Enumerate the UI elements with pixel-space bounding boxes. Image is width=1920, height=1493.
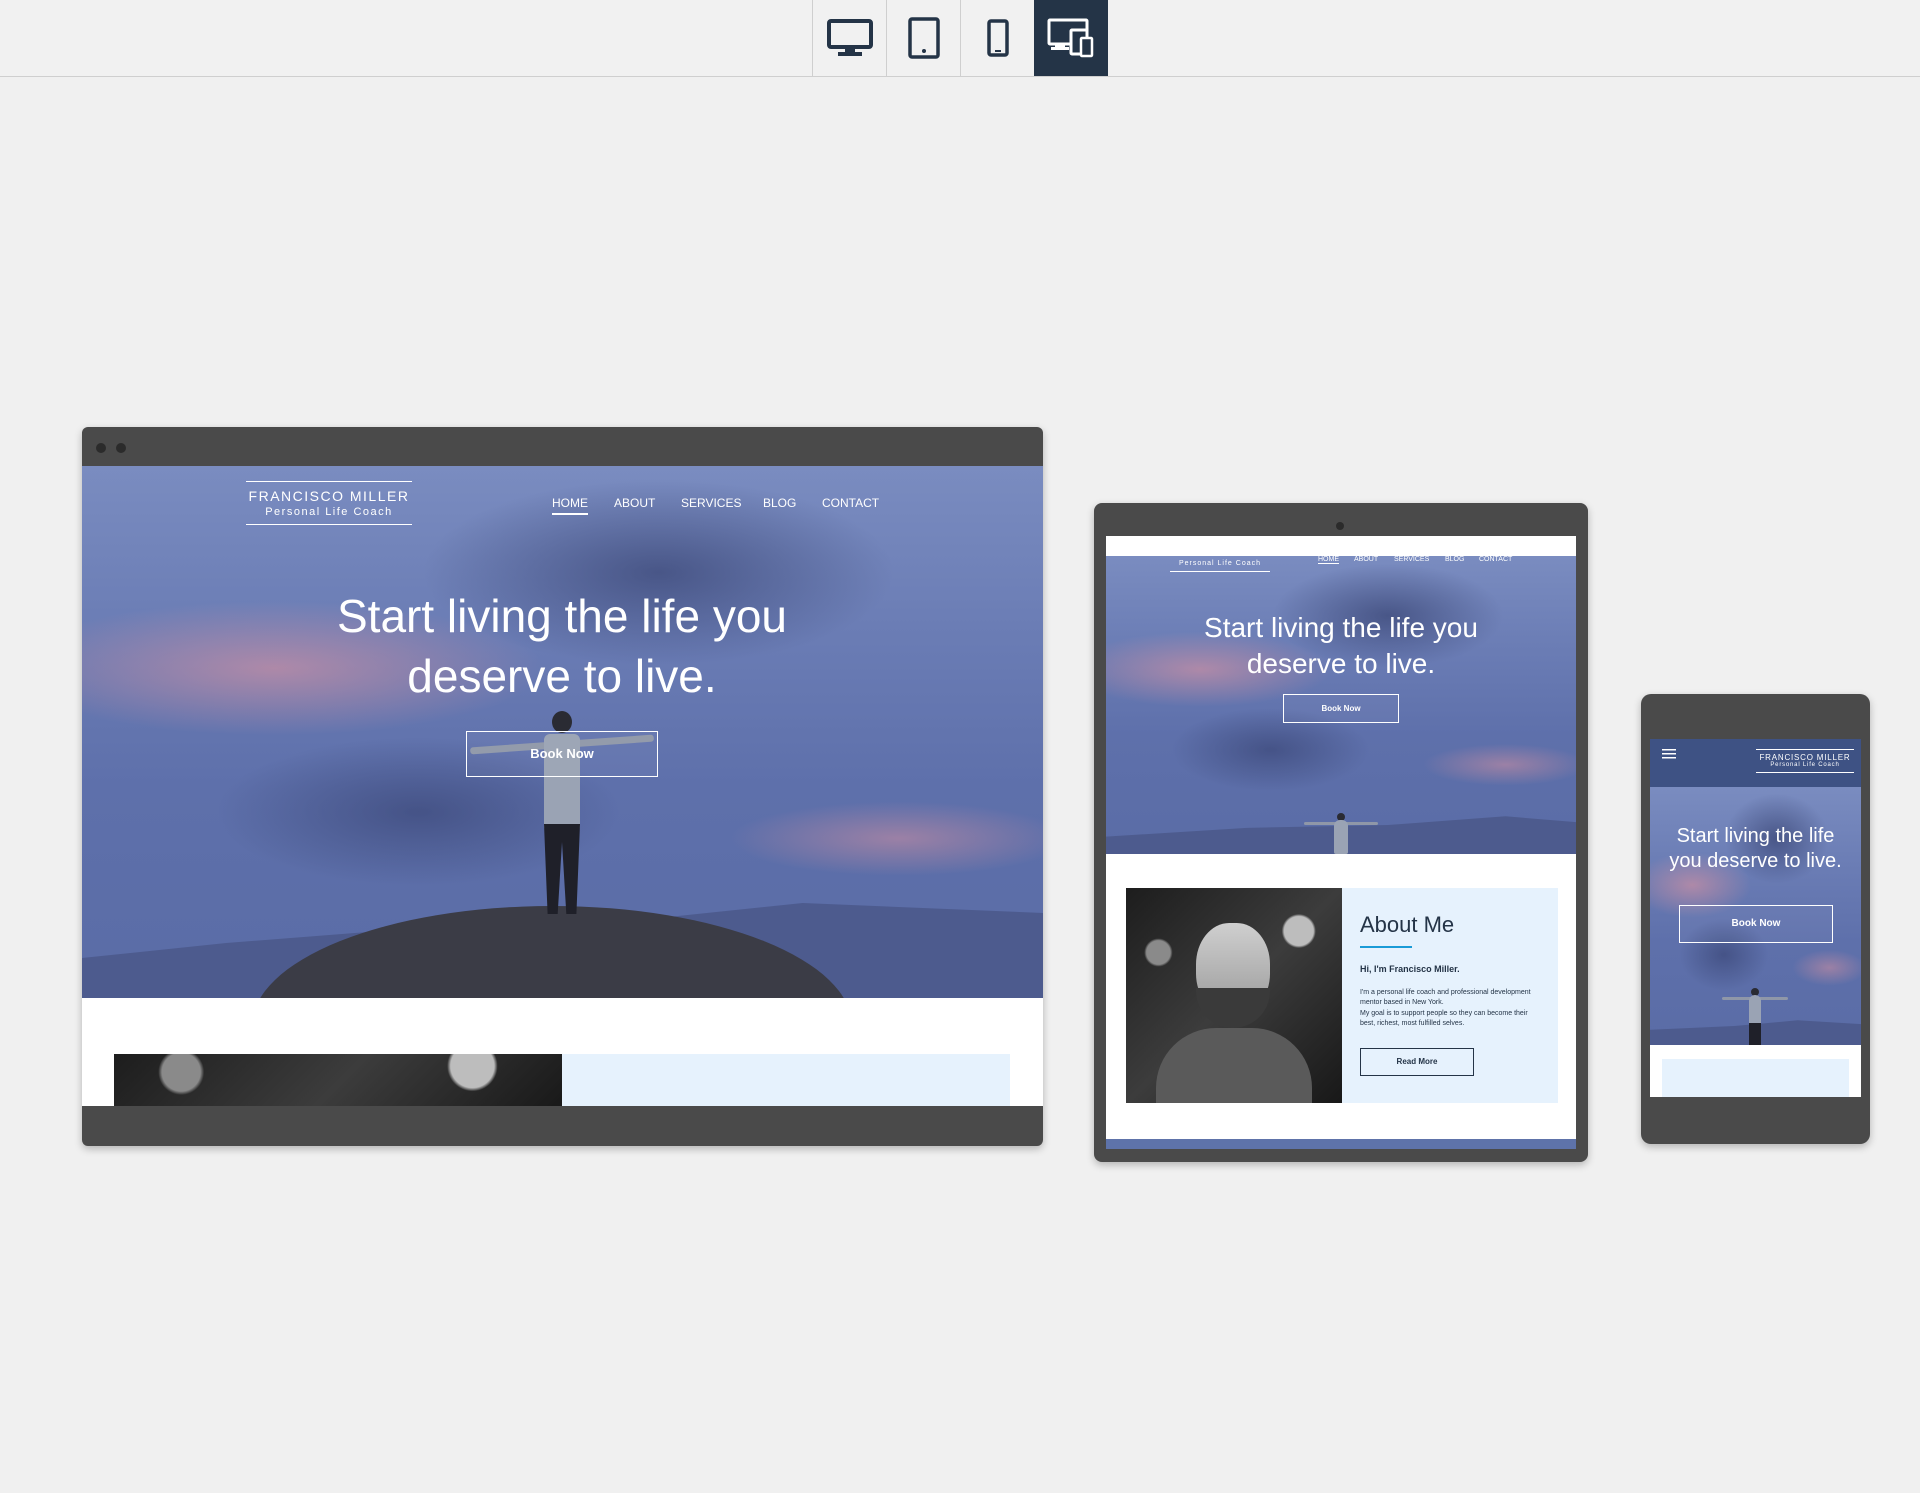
- logo-tagline: Personal Life Coach: [1178, 560, 1262, 567]
- about-text-1: I'm a personal life coach and profession…: [1360, 989, 1531, 1006]
- about-text-2: My goal is to support people so they can…: [1360, 1010, 1528, 1027]
- tablet-icon: [907, 17, 940, 59]
- site-logo[interactable]: FRANCISCO MILLER Personal Life Coach: [246, 481, 412, 525]
- desktop-screen: FRANCISCO MILLER Personal Life Coach HOM…: [82, 466, 1043, 1106]
- person-figure: [552, 711, 572, 733]
- about-card: About Me Hi, I'm Francisco Miller. I'm a…: [1342, 888, 1558, 1103]
- hero-title: Start living the life you deserve to liv…: [1669, 825, 1842, 872]
- hero-title: Start living the life you deserve to liv…: [336, 590, 787, 702]
- nav-blog[interactable]: BLOG: [763, 496, 796, 510]
- book-now-button[interactable]: Book Now: [1283, 694, 1399, 723]
- window-dot-icon: [96, 443, 106, 453]
- person-figure: [1334, 820, 1348, 854]
- nav-home[interactable]: HOME: [552, 496, 588, 515]
- portrait-beard: [1196, 988, 1270, 1028]
- site-logo[interactable]: Personal Life Coach: [1170, 550, 1270, 572]
- portrait-scarf: [1156, 1028, 1312, 1103]
- mobile-screen: FRANCISCO MILLER Personal Life Coach Sta…: [1650, 739, 1861, 1097]
- about-heading: About Me: [1360, 912, 1455, 937]
- about-card: [1662, 1059, 1849, 1097]
- nav-home[interactable]: HOME: [1318, 556, 1339, 564]
- about-portrait: [114, 1054, 562, 1106]
- book-now-button[interactable]: Book Now: [1679, 905, 1833, 943]
- desktop-view-button[interactable]: [812, 0, 886, 76]
- nav-contact[interactable]: CONTACT: [822, 496, 879, 510]
- nav-blog[interactable]: BLOG: [1445, 556, 1464, 563]
- logo-tagline: Personal Life Coach: [265, 506, 393, 518]
- nav-services[interactable]: SERVICES: [681, 496, 741, 510]
- about-greeting: Hi, I'm Francisco Miller.: [1360, 964, 1460, 974]
- devices-icon: [1047, 18, 1094, 58]
- camera-icon: [1336, 522, 1344, 530]
- book-now-button[interactable]: Book Now: [466, 731, 658, 777]
- hamburger-menu-icon[interactable]: [1662, 749, 1676, 759]
- phone-icon: [986, 19, 1009, 57]
- accent-divider: [1360, 946, 1412, 948]
- all-devices-view-button[interactable]: [1034, 0, 1108, 76]
- next-section-strip: [1106, 1139, 1576, 1149]
- device-switcher: [812, 0, 1108, 76]
- person-figure: [544, 824, 580, 914]
- logo-name: FRANCISCO MILLER: [248, 488, 410, 504]
- device-toolbar: [0, 0, 1920, 77]
- hero-title: Start living the life you deserve to liv…: [1204, 612, 1478, 679]
- mobile-view-button[interactable]: [960, 0, 1034, 76]
- desktop-preview-frame: FRANCISCO MILLER Personal Life Coach HOM…: [82, 427, 1043, 1146]
- nav-about[interactable]: ABOUT: [614, 496, 655, 510]
- tablet-preview-frame: Personal Life Coach HOME ABOUT SERVICES …: [1094, 503, 1588, 1162]
- tablet-view-button[interactable]: [886, 0, 960, 76]
- person-figure: [1749, 1023, 1761, 1045]
- tablet-screen: Personal Life Coach HOME ABOUT SERVICES …: [1106, 536, 1576, 1149]
- mobile-preview-frame: FRANCISCO MILLER Personal Life Coach Sta…: [1641, 694, 1870, 1144]
- person-figure: [1749, 995, 1761, 1025]
- about-portrait: [1126, 888, 1342, 1103]
- nav-contact[interactable]: CONTACT: [1479, 556, 1512, 563]
- nav-about[interactable]: ABOUT: [1354, 556, 1378, 563]
- about-card: [562, 1054, 1010, 1106]
- site-logo[interactable]: FRANCISCO MILLER Personal Life Coach: [1756, 749, 1854, 773]
- mobile-header: FRANCISCO MILLER Personal Life Coach: [1650, 739, 1861, 787]
- window-dot-icon: [116, 443, 126, 453]
- monitor-icon: [826, 19, 873, 56]
- read-more-button[interactable]: Read More: [1360, 1048, 1474, 1076]
- nav-services[interactable]: SERVICES: [1394, 556, 1429, 563]
- logo-name: FRANCISCO MILLER: [1759, 753, 1851, 762]
- logo-tagline: Personal Life Coach: [1770, 762, 1840, 768]
